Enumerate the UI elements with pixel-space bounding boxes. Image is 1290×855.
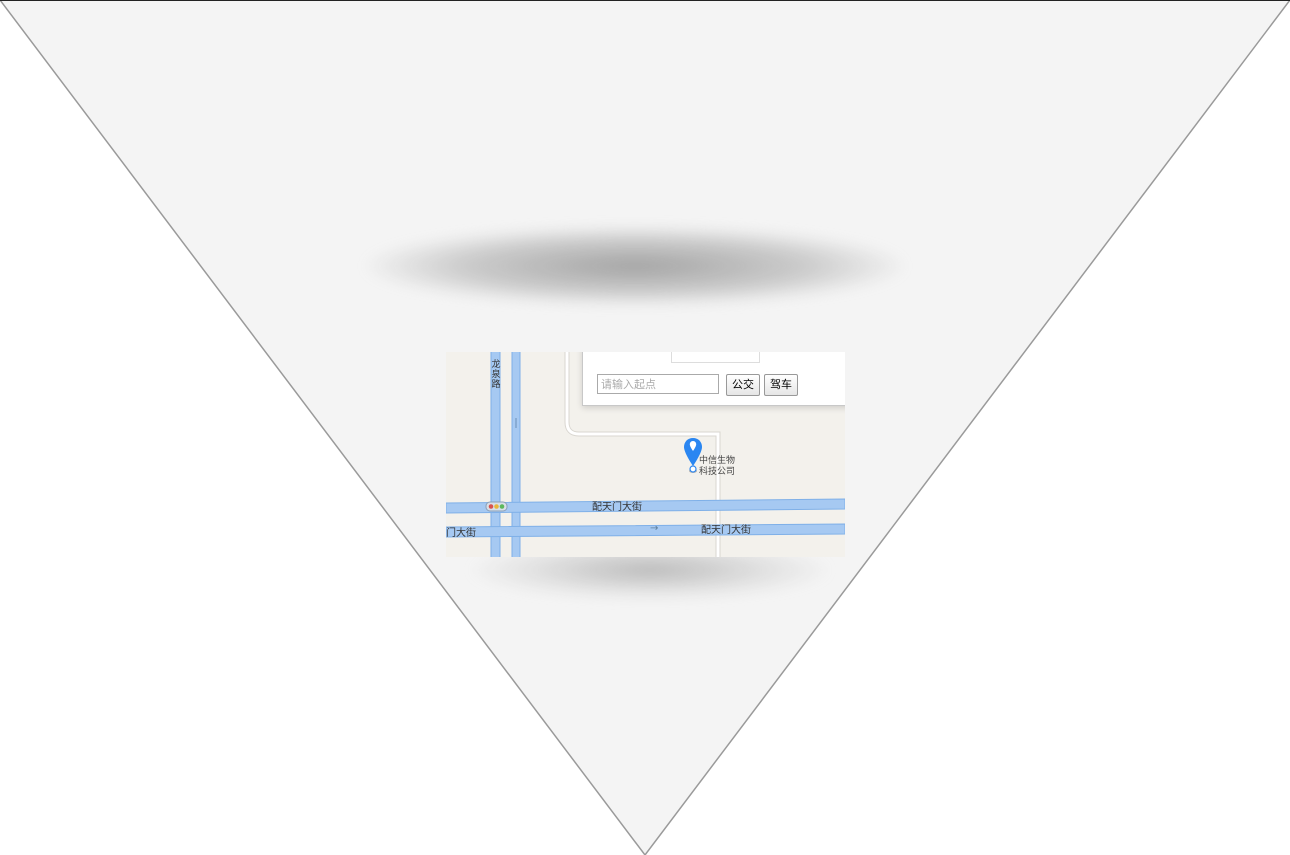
road-label-longquan: 龙泉路 xyxy=(491,360,501,390)
bus-route-button[interactable]: 公交 xyxy=(726,374,760,396)
road-label-peitianmen-right: 配天门大街 xyxy=(701,525,751,536)
stage: 龙泉路 配天门大街 门大街 配天门大街 → 中信生物 科技公司 公交 驾车 xyxy=(0,0,1290,855)
drive-route-button[interactable]: 驾车 xyxy=(764,374,798,396)
road-label-peitianmen-left: 门大街 xyxy=(446,528,476,539)
start-point-input[interactable] xyxy=(597,374,719,394)
poi-name-line2: 科技公司 xyxy=(699,467,736,477)
route-info-window: 公交 驾车 xyxy=(582,352,845,406)
traffic-light-icon xyxy=(485,501,508,512)
map-view[interactable]: 龙泉路 配天门大街 门大街 配天门大街 → 中信生物 科技公司 公交 驾车 xyxy=(446,352,845,557)
poi-label[interactable]: 中信生物 科技公司 xyxy=(699,456,739,478)
direction-arrow: → xyxy=(650,523,659,534)
poi-name-line1: 中信生物 xyxy=(699,456,736,466)
floating-shadow-top xyxy=(365,226,905,306)
road-label-peitianmen-upper: 配天门大街 xyxy=(592,502,642,513)
info-tab-underline xyxy=(671,362,760,363)
